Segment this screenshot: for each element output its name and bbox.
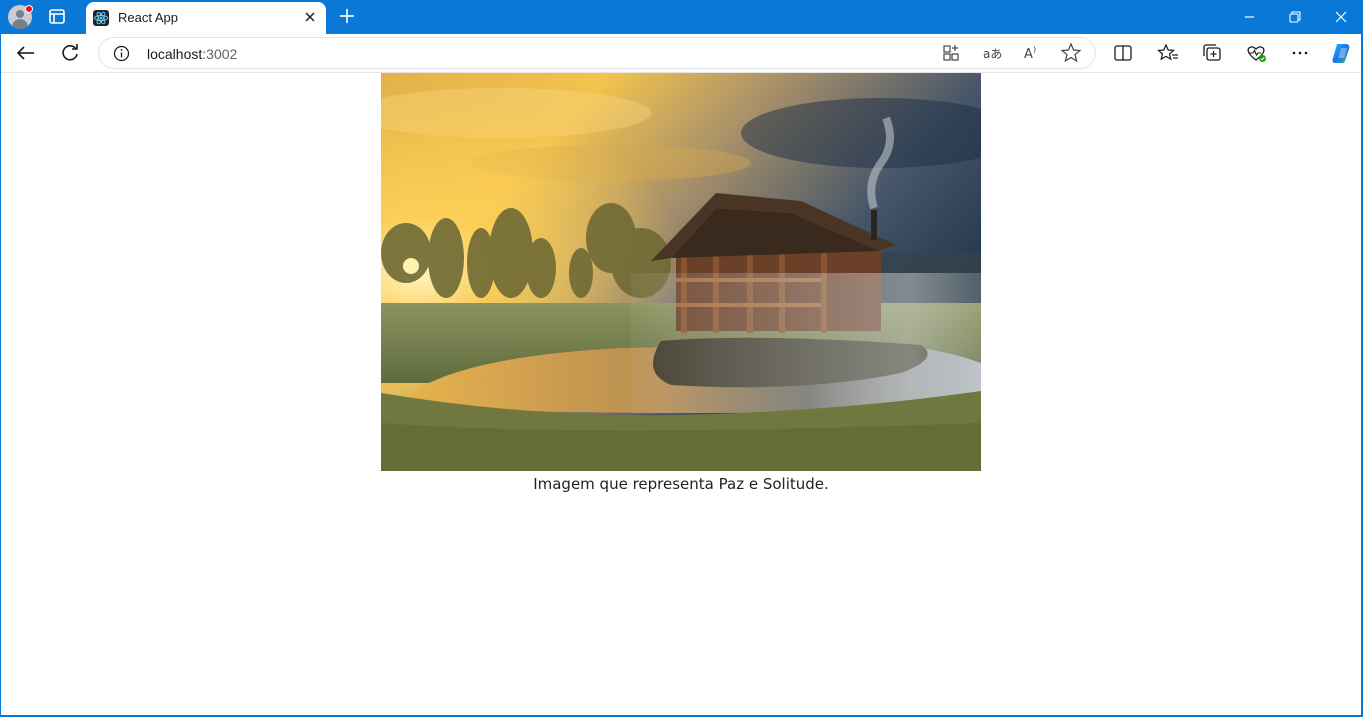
window-frame-left <box>0 34 1 717</box>
translate-icon[interactable]: aあ <box>977 39 1005 67</box>
star-icon[interactable] <box>1057 39 1085 67</box>
split-screen-icon[interactable] <box>1109 39 1137 67</box>
browser-toolbar: localhost:3002 aあ A ) <box>0 34 1363 72</box>
svg-text:): ) <box>1033 45 1036 54</box>
heart-pulse-icon[interactable] <box>1242 39 1270 67</box>
info-icon[interactable] <box>113 45 130 62</box>
collections-icon[interactable] <box>1198 39 1226 67</box>
url-host: localhost <box>147 46 203 62</box>
apps-icon[interactable] <box>937 39 965 67</box>
url-text[interactable]: localhost:3002 <box>147 46 237 62</box>
image-caption: Imagem que representa Paz e Solitude. <box>533 475 829 493</box>
svg-text:A: A <box>1024 47 1033 62</box>
page-content: Imagem que representa Paz e Solitude. <box>1 72 1361 715</box>
address-bar[interactable]: localhost:3002 aあ A ) <box>98 37 1096 69</box>
browser-window: React App localhost:3002 aあ A) Imagem q… <box>0 0 1363 717</box>
tab-react-app[interactable]: React App <box>86 2 326 34</box>
tab-actions-icon[interactable] <box>46 7 68 27</box>
tab-title: React App <box>118 10 178 25</box>
close-tab-icon[interactable] <box>302 9 318 25</box>
more-icon[interactable] <box>1286 39 1314 67</box>
svg-text:aあ: aあ <box>983 47 1002 61</box>
landscape-photo <box>381 73 981 471</box>
minimize-icon[interactable] <box>1227 0 1272 34</box>
favorites-icon[interactable] <box>1154 39 1182 67</box>
back-arrow-icon[interactable] <box>12 39 40 67</box>
react-logo-icon <box>93 10 109 26</box>
close-window-icon[interactable] <box>1318 0 1363 34</box>
read-aloud-icon[interactable]: A ) <box>1017 39 1045 67</box>
new-tab-plus-icon[interactable] <box>337 6 357 26</box>
url-port: :3002 <box>202 46 238 62</box>
notification-dot <box>25 5 33 13</box>
restore-icon[interactable] <box>1272 0 1317 34</box>
tab-strip: React App <box>0 0 1363 34</box>
copilot-icon[interactable] <box>1328 39 1356 67</box>
refresh-icon[interactable] <box>56 39 84 67</box>
